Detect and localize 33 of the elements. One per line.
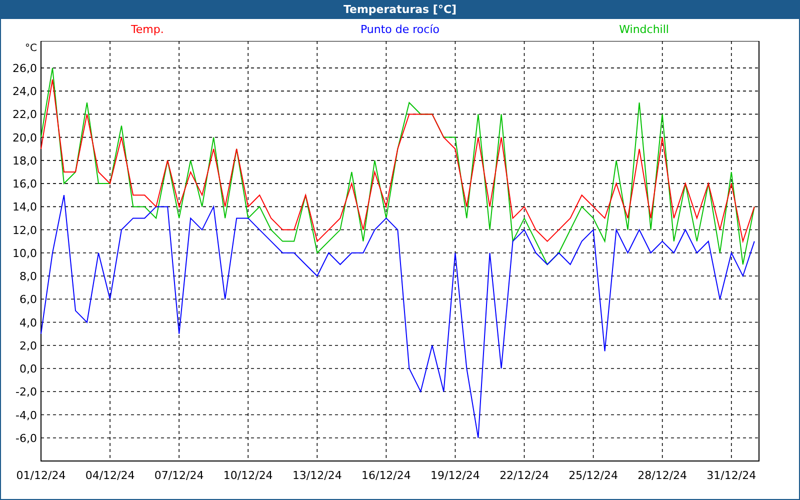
x-tick-label: 13/12/24: [292, 469, 342, 482]
y-tick-label: -4,0: [16, 408, 37, 422]
x-tick-label: 04/12/24: [85, 469, 135, 482]
y-tick-label: 14,0: [12, 200, 37, 214]
x-tick-label: 31/12/24: [706, 469, 756, 482]
y-tick-label: -2,0: [16, 386, 37, 399]
y-tick-label: 26,0: [12, 62, 37, 75]
y-tick-label: 0,0: [20, 362, 37, 376]
y-tick-label: 22,0: [12, 108, 37, 122]
y-axis-unit: °C: [25, 43, 37, 54]
y-tick-label: 16,0: [12, 178, 37, 191]
y-tick-label: 6,0: [20, 293, 37, 306]
x-tick-label: 16/12/24: [362, 469, 411, 482]
x-tick-label: 10/12/24: [223, 469, 273, 482]
y-tick-label: 2,0: [20, 339, 37, 352]
legend-label: Temp.: [131, 22, 164, 38]
x-tick-label: 25/12/24: [568, 469, 618, 482]
legend-label: Punto de rocío: [360, 22, 440, 38]
y-tick-label: 4,0: [20, 316, 37, 330]
x-tick-label: 19/12/24: [430, 469, 480, 482]
x-tick-label: 07/12/24: [154, 469, 204, 482]
y-tick-label: 10,0: [12, 246, 37, 260]
y-tick-label: 18,0: [12, 154, 37, 168]
y-tick-label: -6,0: [16, 432, 37, 445]
y-tick-label: 20,0: [12, 131, 37, 144]
window-title: Temperaturas [°C]: [1, 1, 799, 19]
y-tick-label: 24,0: [12, 85, 37, 98]
legend-label: Windchill: [619, 22, 669, 38]
x-tick-label: 01/12/24: [16, 469, 66, 482]
y-tick-label: 8,0: [20, 270, 37, 284]
x-tick-label: 28/12/24: [638, 469, 688, 482]
y-tick-label: 12,0: [12, 224, 37, 237]
x-tick-label: 22/12/24: [500, 469, 549, 482]
